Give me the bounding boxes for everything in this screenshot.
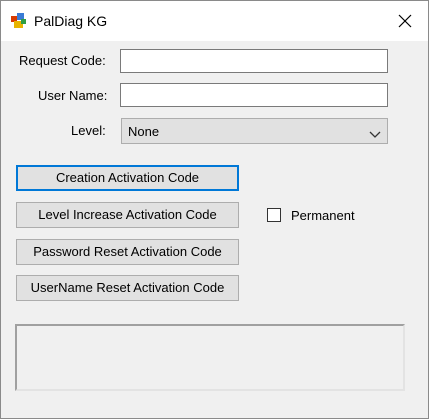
user-name-input[interactable] [121, 84, 387, 106]
username-reset-activation-code-button[interactable]: UserName Reset Activation Code [16, 275, 239, 301]
chevron-down-icon [369, 127, 381, 142]
output-box[interactable] [15, 324, 405, 391]
permanent-label[interactable]: Permanent [291, 208, 355, 223]
level-increase-activation-code-button[interactable]: Level Increase Activation Code [16, 202, 239, 228]
level-selected-value: None [128, 124, 160, 139]
creation-activation-code-button[interactable]: Creation Activation Code [16, 165, 239, 191]
password-reset-activation-code-button[interactable]: Password Reset Activation Code [16, 239, 239, 265]
title-bar[interactable]: PalDiag KG [1, 1, 428, 41]
user-name-field[interactable] [120, 83, 388, 107]
level-label: Level: [71, 123, 106, 138]
request-code-label: Request Code: [19, 53, 106, 68]
request-code-field[interactable] [120, 49, 388, 73]
app-icon [11, 13, 27, 29]
main-window: PalDiag KG Request Code: User Name: Leve… [0, 0, 429, 419]
close-icon [398, 14, 412, 28]
level-dropdown[interactable]: None [121, 118, 388, 144]
request-code-input[interactable] [121, 50, 387, 72]
user-name-label: User Name: [38, 88, 108, 103]
close-button[interactable] [382, 1, 428, 41]
window-title: PalDiag KG [34, 13, 108, 29]
permanent-checkbox[interactable] [267, 208, 281, 222]
